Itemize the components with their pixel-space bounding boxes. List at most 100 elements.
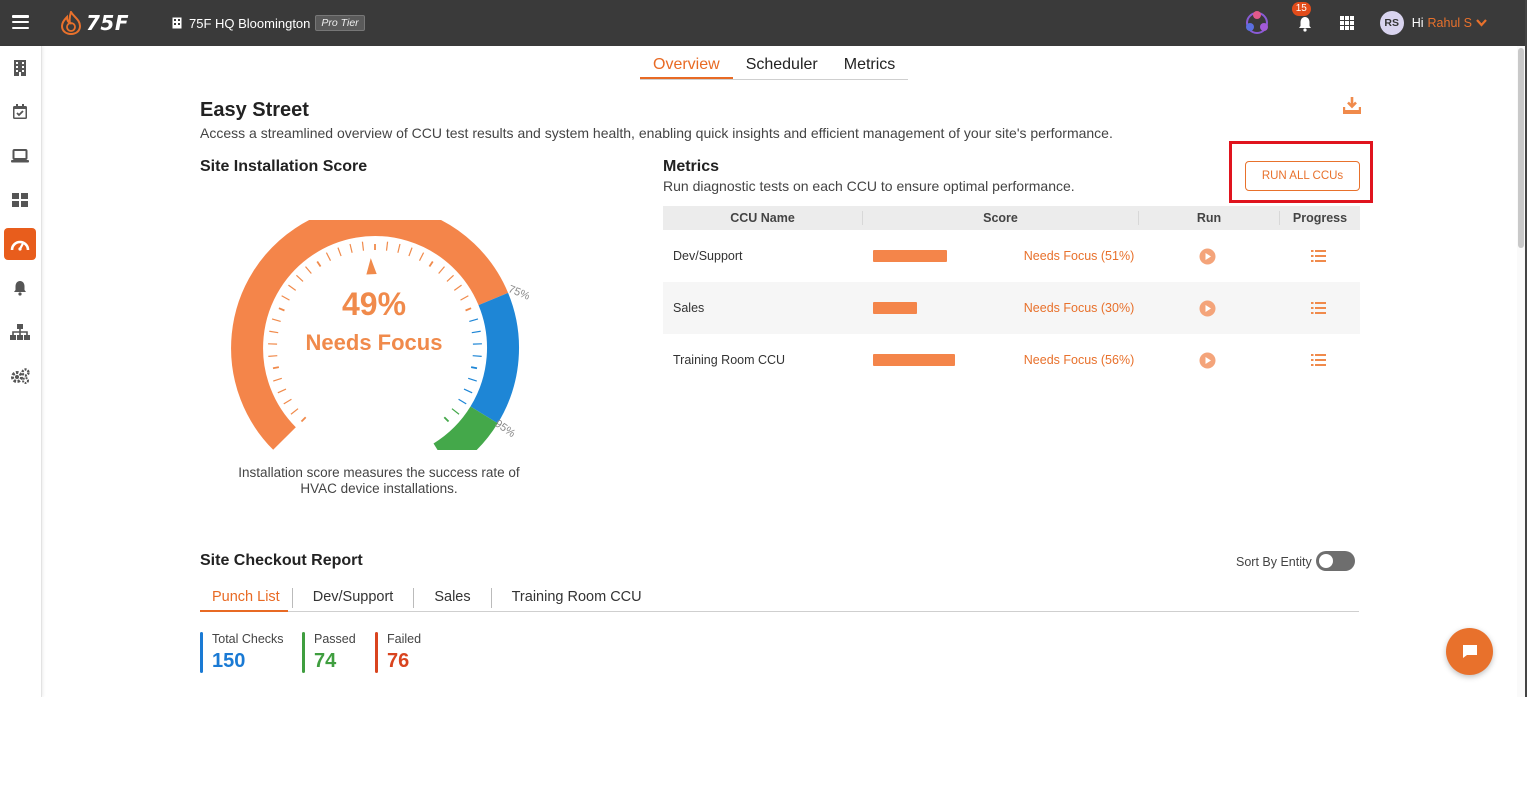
column-header-score: Score xyxy=(863,211,1139,225)
run-button[interactable] xyxy=(1139,248,1276,265)
tab-overview[interactable]: Overview xyxy=(640,53,733,79)
scrollbar-thumb[interactable] xyxy=(1518,48,1524,248)
tier-badge: Pro Tier xyxy=(315,15,365,31)
download-icon[interactable] xyxy=(1343,96,1361,114)
sidebar-item-dashboard[interactable] xyxy=(4,184,36,216)
score-text: Needs Focus (30%) xyxy=(1023,301,1135,315)
progress-button[interactable] xyxy=(1276,354,1360,366)
sidebar-item-hierarchy[interactable] xyxy=(4,316,36,348)
gauge-tick xyxy=(408,247,413,257)
gauge-tick xyxy=(468,377,477,382)
ccu-metrics-table: CCU Name Score Run Progress Dev/Support … xyxy=(663,206,1360,386)
sidebar-item-alerts[interactable] xyxy=(4,272,36,304)
notifications-button[interactable]: 15 xyxy=(1291,2,1314,32)
score-text: Needs Focus (51%) xyxy=(1023,249,1135,263)
stat-label: Failed xyxy=(387,632,422,646)
gauge-tick xyxy=(443,416,450,423)
gauge-tick xyxy=(273,377,282,382)
apps-grid-icon[interactable] xyxy=(1339,16,1354,30)
column-header-ccu-name: CCU Name xyxy=(663,211,863,225)
tab-sales[interactable]: Sales xyxy=(414,588,492,608)
run-button[interactable] xyxy=(1139,300,1276,317)
building-icon xyxy=(172,17,182,29)
tab-scheduler[interactable]: Scheduler xyxy=(733,53,831,79)
list-icon xyxy=(1310,302,1326,314)
gauge-tick xyxy=(418,252,425,261)
gauge-tick xyxy=(349,243,353,253)
gauge-tick xyxy=(361,241,365,251)
main-tabs: Overview Scheduler Metrics xyxy=(640,53,909,80)
stat-accent-line xyxy=(200,632,203,673)
run-button[interactable] xyxy=(1139,352,1276,369)
dashboard-grid-icon xyxy=(12,193,28,207)
stat-accent-line xyxy=(375,632,378,673)
stat-value: 150 xyxy=(212,650,246,672)
checkout-tabs: Punch List Dev/Support Sales Training Ro… xyxy=(200,588,1359,612)
score-bar-track xyxy=(863,250,1019,262)
sidebar-item-easy-street[interactable] xyxy=(4,228,36,260)
stat-failed: Failed 76 xyxy=(375,632,422,673)
sidebar-item-buildings[interactable] xyxy=(4,52,36,84)
play-icon xyxy=(1199,248,1216,264)
sort-by-entity-label: Sort By Entity xyxy=(1236,555,1312,569)
checkout-report-heading: Site Checkout Report xyxy=(200,552,363,569)
toggle-knob xyxy=(1319,554,1333,568)
gauge-tick xyxy=(451,408,460,415)
table-row: Dev/Support Needs Focus (51%) xyxy=(663,230,1360,282)
table-row: Training Room CCU Needs Focus (56%) xyxy=(663,334,1360,386)
gauge-tick xyxy=(472,355,482,357)
site-selector[interactable]: 75F HQ Bloomington Pro Tier xyxy=(172,15,365,31)
stat-accent-line xyxy=(302,632,305,673)
gauge-tick xyxy=(397,243,401,253)
avatar[interactable]: RS xyxy=(1379,11,1404,35)
tab-dev-support[interactable]: Dev/Support xyxy=(293,588,415,608)
gauge-tick xyxy=(463,388,473,394)
tab-training-room-ccu[interactable]: Training Room CCU xyxy=(492,588,662,608)
metrics-subtitle: Run diagnostic tests on each CCU to ensu… xyxy=(663,178,1075,194)
play-icon xyxy=(1199,352,1216,368)
user-name[interactable]: Rahul S xyxy=(1428,16,1472,30)
stat-passed: Passed 74 xyxy=(302,632,356,673)
sidebar-item-devices[interactable] xyxy=(4,140,36,172)
sidebar xyxy=(0,46,42,697)
stat-label: Total Checks xyxy=(212,632,284,646)
sort-by-entity-toggle[interactable] xyxy=(1316,551,1355,571)
sitemap-icon xyxy=(10,324,30,340)
chat-button[interactable] xyxy=(1446,628,1493,675)
ccu-name: Sales xyxy=(673,301,705,315)
stat-total-checks: Total Checks 150 xyxy=(200,632,284,673)
logo-text: 75F xyxy=(86,11,129,35)
metrics-heading: Metrics xyxy=(663,158,720,175)
ai-assistant-icon[interactable] xyxy=(1244,10,1270,36)
gauge-tick xyxy=(337,247,342,257)
hamburger-menu-icon[interactable] xyxy=(12,15,29,30)
calendar-check-icon xyxy=(13,104,27,119)
installation-score-heading: Site Installation Score xyxy=(200,158,368,175)
gauge-tick xyxy=(290,408,299,415)
sidebar-item-settings[interactable] xyxy=(4,360,36,392)
score-bar-track xyxy=(863,354,1019,366)
list-icon xyxy=(1310,250,1326,262)
ccu-name: Training Room CCU xyxy=(673,353,786,367)
page-scrollbar[interactable] xyxy=(1517,46,1525,697)
bell-icon xyxy=(14,281,26,296)
score-text: Needs Focus (56%) xyxy=(1023,353,1135,367)
flame-logo-icon xyxy=(60,11,82,35)
gauge-tick xyxy=(458,398,467,405)
active-tab-indicator xyxy=(200,610,288,612)
gauge-tick xyxy=(438,266,445,274)
ccu-name: Dev/Support xyxy=(673,249,743,263)
run-all-ccus-button[interactable]: RUN ALL CCUs xyxy=(1245,161,1360,191)
sidebar-item-schedule[interactable] xyxy=(4,96,36,128)
score-bar xyxy=(873,354,955,366)
tab-punch-list[interactable]: Punch List xyxy=(200,588,293,608)
gears-icon xyxy=(11,368,30,384)
progress-button[interactable] xyxy=(1276,302,1360,314)
logo[interactable]: 75F xyxy=(60,10,129,36)
chevron-down-icon[interactable] xyxy=(1476,19,1487,27)
greeting: Hi xyxy=(1411,16,1424,30)
app-window: 75F 75F HQ Bloomington Pro Tier 15 RS Hi… xyxy=(0,0,1527,697)
installation-score-value: 49% xyxy=(341,286,407,322)
progress-button[interactable] xyxy=(1276,250,1360,262)
tab-metrics[interactable]: Metrics xyxy=(831,53,909,79)
